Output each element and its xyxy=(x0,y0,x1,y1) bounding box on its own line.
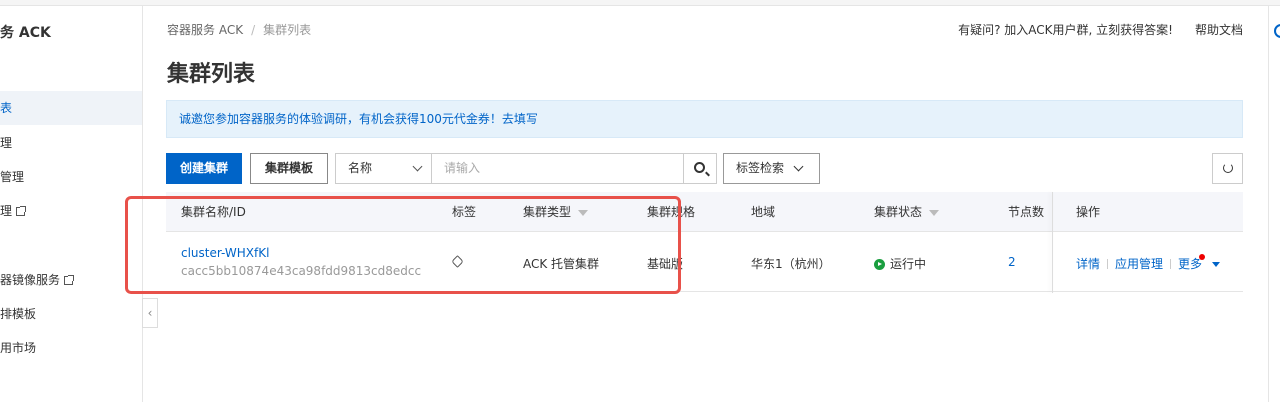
page-title: 集群列表 xyxy=(167,62,256,87)
column-header-nodes: 节点数 xyxy=(1008,205,1045,219)
search-field-value: 名称 xyxy=(348,161,373,175)
sidebar-item-label: 理 xyxy=(0,204,13,218)
sidebar-item-image-service[interactable]: 器镜像服务 xyxy=(0,263,142,297)
refresh-icon xyxy=(1223,163,1233,173)
create-cluster-button[interactable]: 创建集群 xyxy=(166,153,242,184)
search-field-select[interactable]: 名称 xyxy=(335,153,432,184)
sidebar-item-admin[interactable]: 管理 xyxy=(0,160,142,194)
sidebar-item-cluster-list[interactable]: 表 xyxy=(0,91,142,125)
top-links: 有疑问? 加入ACK用户群, 立刻获得答案! 帮助文档 xyxy=(958,21,1243,38)
sidebar-item-external-mgmt[interactable]: 理 xyxy=(0,194,142,228)
caret-down-icon[interactable] xyxy=(1212,262,1221,267)
tag-search-label: 标签检索 xyxy=(736,161,785,175)
breadcrumb-item-current: 集群列表 xyxy=(263,23,312,37)
column-header-actions: 操作 xyxy=(1076,205,1101,219)
sidebar-item-label: 管理 xyxy=(0,170,25,184)
right-edge-panel xyxy=(1268,6,1280,402)
more-actions-link[interactable]: 更多 xyxy=(1178,257,1202,271)
column-header-status-label: 集群状态 xyxy=(874,205,923,219)
breadcrumb-separator: / xyxy=(251,23,256,37)
details-link[interactable]: 详情 xyxy=(1076,257,1100,271)
refresh-button[interactable] xyxy=(1212,153,1243,184)
assistant-icon[interactable] xyxy=(1274,24,1280,38)
external-link-icon xyxy=(64,275,75,285)
column-header-status: 集群状态 xyxy=(874,192,940,232)
join-user-group-link[interactable]: 有疑问? 加入ACK用户群, 立刻获得答案! xyxy=(958,23,1173,37)
fixed-column-divider xyxy=(1052,192,1053,293)
breadcrumb-item-ack[interactable]: 容器服务 ACK xyxy=(167,23,243,37)
chevron-down-icon xyxy=(412,161,423,172)
cluster-region: 华东1（杭州） xyxy=(751,257,831,271)
search-button[interactable] xyxy=(684,153,717,184)
running-status-icon xyxy=(874,259,885,270)
search-input[interactable]: 请输入 xyxy=(432,153,684,184)
breadcrumb: 容器服务 ACK / 集群列表 xyxy=(167,21,311,38)
sidebar-item-label: 用市场 xyxy=(0,341,37,355)
help-docs-link[interactable]: 帮助文档 xyxy=(1195,23,1243,37)
action-separator xyxy=(1170,259,1172,269)
cluster-status: 运行中 xyxy=(874,255,926,272)
node-count-link[interactable]: 2 xyxy=(1008,255,1016,269)
action-separator xyxy=(1107,259,1109,269)
sidebar-item-label: 器镜像服务 xyxy=(0,273,61,287)
chevron-down-icon xyxy=(793,161,804,172)
sidebar-item-marketplace[interactable]: 用市场 xyxy=(0,331,142,365)
sidebar-item-label: 理 xyxy=(0,136,13,150)
external-link-icon xyxy=(16,206,27,216)
survey-notice[interactable]: 诚邀您参加容器服务的体验调研，有机会获得100元代金券！去填写 xyxy=(166,100,1243,138)
app-management-link[interactable]: 应用管理 xyxy=(1115,257,1163,271)
filter-icon[interactable] xyxy=(929,210,940,216)
cluster-status-text: 运行中 xyxy=(890,257,927,271)
highlight-box xyxy=(125,196,681,294)
column-header-region: 地域 xyxy=(751,205,776,219)
sidebar-item-label: 排模板 xyxy=(0,307,37,321)
sidebar-item-templates[interactable]: 排模板 xyxy=(0,297,142,331)
sidebar-item-management[interactable]: 理 xyxy=(0,126,142,160)
search-icon xyxy=(694,162,705,173)
tag-search-select[interactable]: 标签检索 xyxy=(723,153,820,184)
notification-dot xyxy=(1199,254,1205,260)
sidebar-title: 务 ACK xyxy=(0,25,51,41)
sidebar: 务 ACK 表 理 管理 理 器镜像服务 排模板 用市场 xyxy=(0,6,143,402)
sidebar-item-label: 表 xyxy=(0,101,13,115)
cluster-template-button[interactable]: 集群模板 xyxy=(250,153,328,184)
